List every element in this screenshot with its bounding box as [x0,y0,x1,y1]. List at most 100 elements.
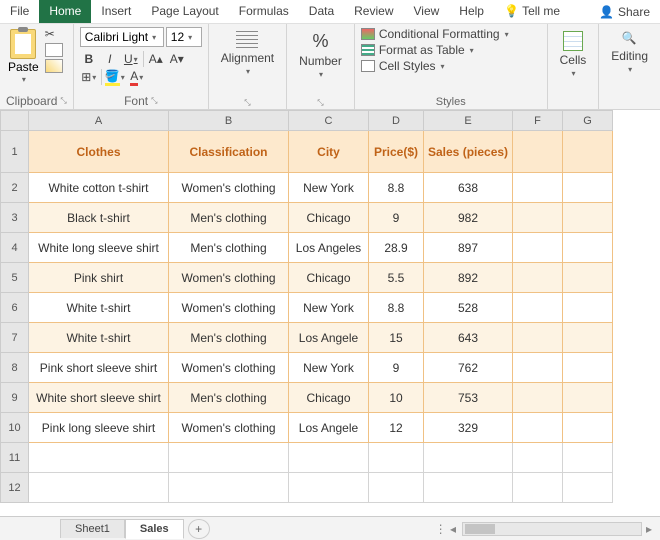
cell[interactable] [169,443,289,473]
tab-insert[interactable]: Insert [91,0,141,23]
cell[interactable] [563,233,613,263]
row-header-4[interactable]: 4 [1,233,29,263]
cell[interactable] [563,353,613,383]
cell[interactable] [563,473,613,503]
format-as-table-button[interactable]: Format as Table▾ [361,43,541,57]
cell-header[interactable]: Classification [169,131,289,173]
cell[interactable] [424,443,513,473]
tab-file[interactable]: File [0,0,39,23]
col-header-E[interactable]: E [424,111,513,131]
cell[interactable] [29,473,169,503]
cell[interactable]: 8.8 [369,173,424,203]
conditional-formatting-button[interactable]: Conditional Formatting▾ [361,27,541,41]
col-header-F[interactable]: F [513,111,563,131]
cell[interactable] [513,173,563,203]
cell[interactable]: 982 [424,203,513,233]
tab-home[interactable]: Home [39,0,91,23]
cell[interactable] [563,323,613,353]
cell[interactable]: 329 [424,413,513,443]
sheet-tab-sheet1[interactable]: Sheet1 [60,519,125,538]
cell[interactable] [563,443,613,473]
row-header-3[interactable]: 3 [1,203,29,233]
cell[interactable]: 762 [424,353,513,383]
cell[interactable]: 28.9 [369,233,424,263]
cell[interactable]: Chicago [289,203,369,233]
editing-button[interactable]: Editing▾ [605,27,654,78]
cell-header[interactable]: City [289,131,369,173]
col-header-B[interactable]: B [169,111,289,131]
cell[interactable]: Men's clothing [169,383,289,413]
cell[interactable] [513,323,563,353]
cell[interactable]: 897 [424,233,513,263]
cell[interactable] [563,413,613,443]
tell-me[interactable]: 💡 Tell me [494,0,570,23]
cell[interactable] [563,203,613,233]
cell[interactable]: 8.8 [369,293,424,323]
font-expand-icon[interactable]: ⤡ [151,96,157,106]
border-button[interactable]: ⊞▾ [80,68,98,86]
col-header-A[interactable]: A [29,111,169,131]
cell[interactable]: New York [289,293,369,323]
cell[interactable]: Pink shirt [29,263,169,293]
cell[interactable]: Pink long sleeve shirt [29,413,169,443]
cell-header[interactable]: Sales (pieces) [424,131,513,173]
cell[interactable] [513,443,563,473]
cell[interactable] [513,293,563,323]
number-expand-icon[interactable]: ⤡ [317,98,323,108]
cell[interactable]: 9 [369,203,424,233]
tab-formulas[interactable]: Formulas [229,0,299,23]
cells-button[interactable]: Cells▾ [554,27,593,82]
row-header-2[interactable]: 2 [1,173,29,203]
font-name-combo[interactable]: Calibri Light▾ [80,27,164,47]
cell[interactable]: Women's clothing [169,263,289,293]
increase-font-button[interactable]: A▴ [147,50,165,68]
horizontal-scrollbar[interactable]: ⋮ ◂ ▸ [210,522,660,536]
row-header-5[interactable]: 5 [1,263,29,293]
cell[interactable] [513,263,563,293]
cell[interactable] [563,293,613,323]
cell[interactable] [289,443,369,473]
cell-header[interactable]: Clothes [29,131,169,173]
copy-button[interactable] [45,43,63,57]
cell[interactable] [563,263,613,293]
cell[interactable]: Black t-shirt [29,203,169,233]
cell[interactable]: 643 [424,323,513,353]
tab-help[interactable]: Help [449,0,494,23]
cell[interactable]: Pink short sleeve shirt [29,353,169,383]
row-header-1[interactable]: 1 [1,131,29,173]
cell[interactable] [563,383,613,413]
font-size-combo[interactable]: 12▾ [166,27,202,47]
add-sheet-button[interactable]: + [188,519,210,539]
cell[interactable] [513,233,563,263]
decrease-font-button[interactable]: A▾ [168,50,186,68]
cell[interactable]: 12 [369,413,424,443]
cell[interactable] [289,473,369,503]
fill-color-button[interactable]: 🪣▾ [105,68,125,86]
cell[interactable]: 528 [424,293,513,323]
row-header-8[interactable]: 8 [1,353,29,383]
clipboard-expand-icon[interactable]: ⤡ [60,96,66,106]
col-header-G[interactable]: G [563,111,613,131]
cell-header[interactable] [513,131,563,173]
cut-button[interactable]: ✂ [45,27,63,41]
paste-button[interactable]: Paste▾ [6,27,41,86]
cell[interactable]: Women's clothing [169,413,289,443]
cell[interactable]: Women's clothing [169,173,289,203]
cell[interactable] [513,413,563,443]
cell[interactable] [29,443,169,473]
cell[interactable]: White short sleeve shirt [29,383,169,413]
cell[interactable]: Men's clothing [169,323,289,353]
cell[interactable] [513,203,563,233]
cell[interactable] [513,383,563,413]
cell[interactable]: Chicago [289,263,369,293]
cell[interactable] [369,443,424,473]
sheet-tab-sales[interactable]: Sales [125,519,184,539]
format-painter-button[interactable] [45,59,63,73]
cell[interactable] [369,473,424,503]
row-header-9[interactable]: 9 [1,383,29,413]
cell[interactable] [513,353,563,383]
cell[interactable]: 753 [424,383,513,413]
tab-page-layout[interactable]: Page Layout [141,0,228,23]
cell[interactable] [169,473,289,503]
cell[interactable] [563,173,613,203]
